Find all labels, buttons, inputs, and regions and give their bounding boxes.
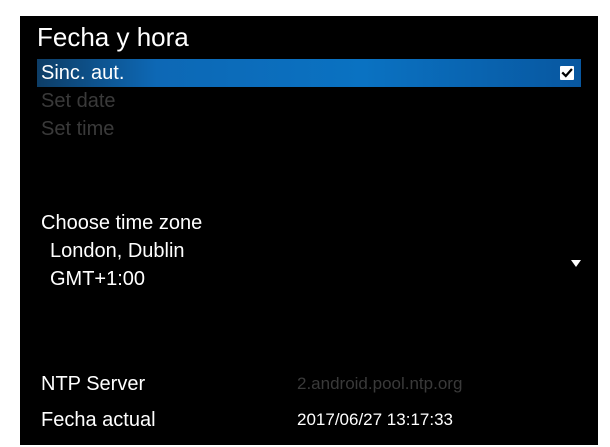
checkmark-icon bbox=[561, 68, 573, 78]
set-time-option: Set time bbox=[37, 115, 581, 143]
current-date-value: 2017/06/27 13:17:33 bbox=[297, 410, 453, 429]
ntp-server-value: 2.android.pool.ntp.org bbox=[297, 374, 463, 393]
auto-sync-label: Sinc. aut. bbox=[41, 62, 125, 84]
timezone-heading: Choose time zone bbox=[41, 212, 203, 234]
current-date-label: Fecha actual bbox=[41, 409, 156, 431]
auto-sync-option[interactable]: Sinc. aut. bbox=[37, 59, 581, 87]
page-title: Fecha y hora bbox=[37, 22, 189, 52]
set-time-label: Set time bbox=[41, 118, 115, 140]
auto-sync-checkbox[interactable] bbox=[560, 66, 574, 80]
timezone-dropdown-arrow-icon[interactable] bbox=[571, 260, 581, 267]
set-date-option: Set date bbox=[37, 87, 581, 115]
ntp-server-label: NTP Server bbox=[41, 373, 146, 395]
date-time-settings-panel: Fecha y hora Sinc. aut. Set date Set tim… bbox=[20, 16, 598, 445]
set-date-label: Set date bbox=[41, 90, 116, 112]
timezone-city[interactable]: London, Dublin bbox=[50, 239, 185, 263]
timezone-offset[interactable]: GMT+1:00 bbox=[50, 267, 145, 291]
